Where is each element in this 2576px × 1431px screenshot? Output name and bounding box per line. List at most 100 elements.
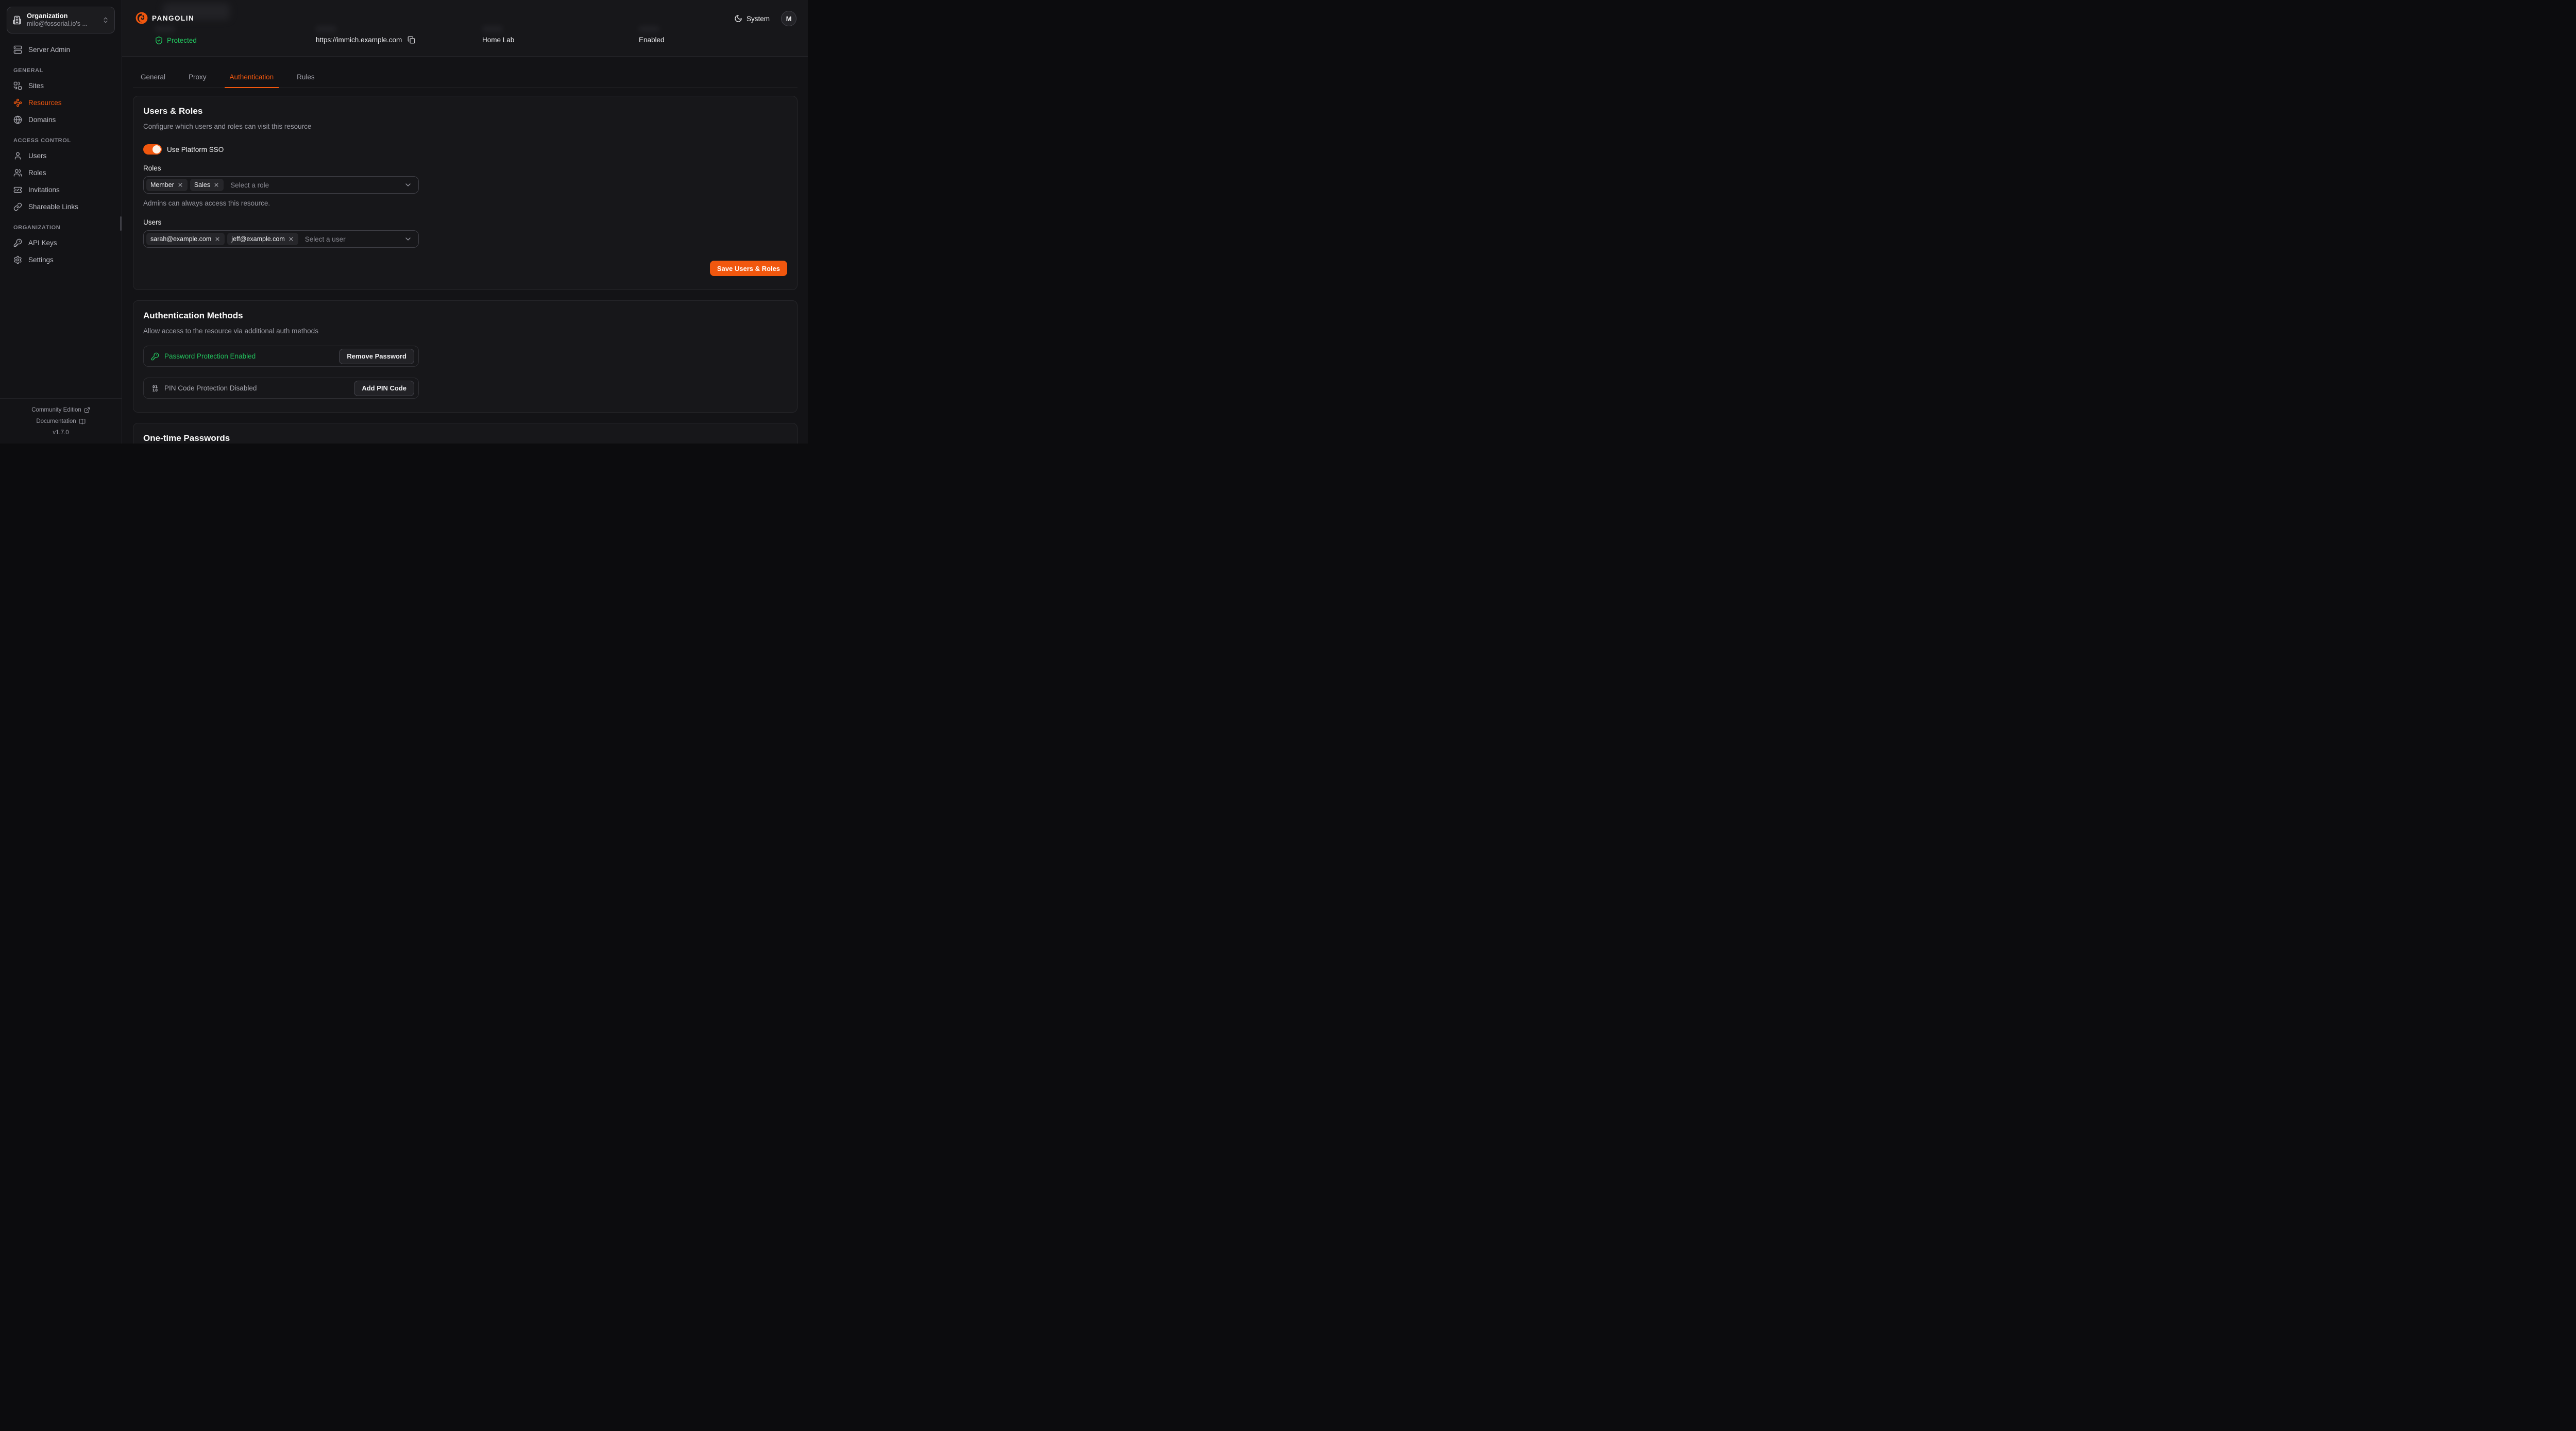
- sidebar-item-label: Sites: [28, 82, 44, 90]
- tab-general[interactable]: General: [135, 69, 171, 88]
- shield-check-icon: [155, 36, 163, 45]
- version-label: v1.7.0: [0, 427, 122, 438]
- roles-select-placeholder: Select a role: [230, 181, 269, 189]
- resource-enabled-value: Enabled: [639, 36, 665, 44]
- sidebar-item-settings[interactable]: Settings: [7, 251, 115, 268]
- user-avatar[interactable]: M: [781, 11, 796, 26]
- protected-status-label: Protected: [167, 37, 197, 44]
- sso-toggle-label: Use Platform SSO: [167, 146, 224, 154]
- sidebar-item-server-admin[interactable]: Server Admin: [7, 41, 115, 58]
- resource-tabs: General Proxy Authentication Rules: [133, 69, 798, 88]
- header-controls: System M: [734, 11, 796, 26]
- resource-info-site: Home Lab: [482, 26, 514, 44]
- sidebar-nav: Server Admin GENERAL Sites Resources Dom: [0, 40, 122, 398]
- external-link-icon: [84, 407, 90, 413]
- role-chip-label: Sales: [194, 181, 210, 189]
- copy-icon[interactable]: [408, 36, 415, 44]
- pin-protection-row: PIN Code Protection Disabled Add PIN Cod…: [143, 378, 419, 399]
- sidebar-section-general: GENERAL: [13, 67, 108, 74]
- resource-url: https://immich.example.com: [316, 36, 415, 44]
- role-chip: Sales: [190, 179, 224, 191]
- sidebar-item-api-keys[interactable]: API Keys: [7, 234, 115, 251]
- sidebar-item-shareable-links[interactable]: Shareable Links: [7, 198, 115, 215]
- users-roles-title: Users & Roles: [143, 106, 787, 116]
- sidebar-item-label: Users: [28, 152, 46, 160]
- sidebar-footer: Community Edition Documentation v1.7.0: [0, 398, 122, 444]
- ticket-check-icon: [13, 185, 22, 194]
- users-select-placeholder: Select a user: [305, 235, 346, 243]
- password-protection-row: Password Protection Enabled Remove Passw…: [143, 346, 419, 367]
- remove-chip-icon[interactable]: [288, 236, 294, 242]
- resource-site-value: Home Lab: [482, 36, 514, 44]
- sso-toggle-row: Use Platform SSO: [143, 144, 787, 155]
- sidebar-item-label: Roles: [28, 169, 46, 177]
- save-users-roles-button[interactable]: Save Users & Roles: [710, 261, 787, 276]
- auth-methods-card: Authentication Methods Allow access to t…: [133, 300, 798, 413]
- community-edition-link[interactable]: Community Edition: [0, 404, 122, 416]
- sidebar-item-label: API Keys: [28, 239, 57, 247]
- sidebar-item-label: Resources: [28, 99, 62, 107]
- community-edition-label: Community Edition: [31, 404, 81, 416]
- theme-selector[interactable]: System: [734, 14, 770, 23]
- server-icon: [13, 45, 22, 54]
- sidebar-item-domains[interactable]: Domains: [7, 111, 115, 128]
- user-chip-label: jeff@example.com: [231, 235, 284, 243]
- chevron-down-icon: [404, 235, 412, 243]
- waypoints-icon: [13, 98, 22, 107]
- building-icon: [12, 15, 22, 25]
- gear-icon: [13, 255, 22, 264]
- role-chip: Member: [146, 179, 188, 191]
- roles-field-label: Roles: [143, 164, 787, 172]
- otp-card: One-time Passwords Require email-based a…: [133, 423, 798, 444]
- user-chip: jeff@example.com: [227, 233, 298, 245]
- sidebar-item-users[interactable]: Users: [7, 147, 115, 164]
- sidebar-item-label: Shareable Links: [28, 203, 78, 211]
- sidebar-item-roles[interactable]: Roles: [7, 164, 115, 181]
- chevron-down-icon: [404, 181, 412, 189]
- remove-password-button[interactable]: Remove Password: [339, 349, 414, 364]
- sso-toggle[interactable]: [143, 144, 162, 155]
- sidebar-item-label: Invitations: [28, 186, 60, 194]
- org-selector-value: milo@fossorial.io's ...: [27, 20, 97, 28]
- documentation-label: Documentation: [36, 416, 76, 427]
- user-chip-label: sarah@example.com: [150, 235, 211, 243]
- remove-chip-icon[interactable]: [214, 236, 221, 242]
- sidebar-item-invitations[interactable]: Invitations: [7, 181, 115, 198]
- remove-chip-icon[interactable]: [213, 182, 219, 188]
- sidebar-item-label: Settings: [28, 256, 54, 264]
- book-open-icon: [79, 418, 86, 425]
- tab-authentication[interactable]: Authentication: [225, 69, 279, 88]
- redacted-info-label: [482, 26, 503, 32]
- add-pin-code-button[interactable]: Add PIN Code: [354, 381, 414, 396]
- remove-chip-icon[interactable]: [177, 182, 183, 188]
- sidebar-section-access-control: ACCESS CONTROL: [13, 138, 108, 144]
- user-chip: sarah@example.com: [146, 233, 225, 245]
- resource-info-auth: Protected: [155, 26, 197, 45]
- sidebar-scrollbar-thumb[interactable]: [120, 216, 122, 231]
- otp-title: One-time Passwords: [143, 433, 787, 444]
- resource-info-enabled: Enabled: [639, 26, 665, 44]
- user-icon: [13, 151, 22, 160]
- tab-rules[interactable]: Rules: [292, 69, 320, 88]
- roles-note: Admins can always access this resource.: [143, 199, 787, 207]
- brand: PANGOLIN: [135, 11, 194, 25]
- auth-methods-description: Allow access to the resource via additio…: [143, 327, 787, 335]
- users-select[interactable]: sarah@example.com jeff@example.com Selec…: [143, 230, 419, 248]
- sidebar-item-resources[interactable]: Resources: [7, 94, 115, 111]
- roles-select[interactable]: Member Sales Select a role: [143, 176, 419, 194]
- password-status-label: Password Protection Enabled: [164, 352, 256, 360]
- redacted-info-label: [316, 26, 336, 32]
- sidebar-item-sites[interactable]: Sites: [7, 77, 115, 94]
- role-chip-label: Member: [150, 181, 174, 189]
- sidebar-item-label: Domains: [28, 116, 56, 124]
- globe-icon: [13, 115, 22, 124]
- org-selector[interactable]: Organization milo@fossorial.io's ...: [7, 7, 115, 33]
- documentation-link[interactable]: Documentation: [0, 416, 122, 427]
- tab-proxy[interactable]: Proxy: [183, 69, 212, 88]
- sidebar: Organization milo@fossorial.io's ... Ser…: [0, 0, 122, 444]
- top-header: PANGOLIN System M Protected: [122, 0, 808, 57]
- auth-methods-title: Authentication Methods: [143, 311, 787, 321]
- app-window: Organization milo@fossorial.io's ... Ser…: [0, 0, 808, 444]
- redacted-info-label: [155, 26, 175, 32]
- resource-info-url: https://immich.example.com: [316, 26, 415, 44]
